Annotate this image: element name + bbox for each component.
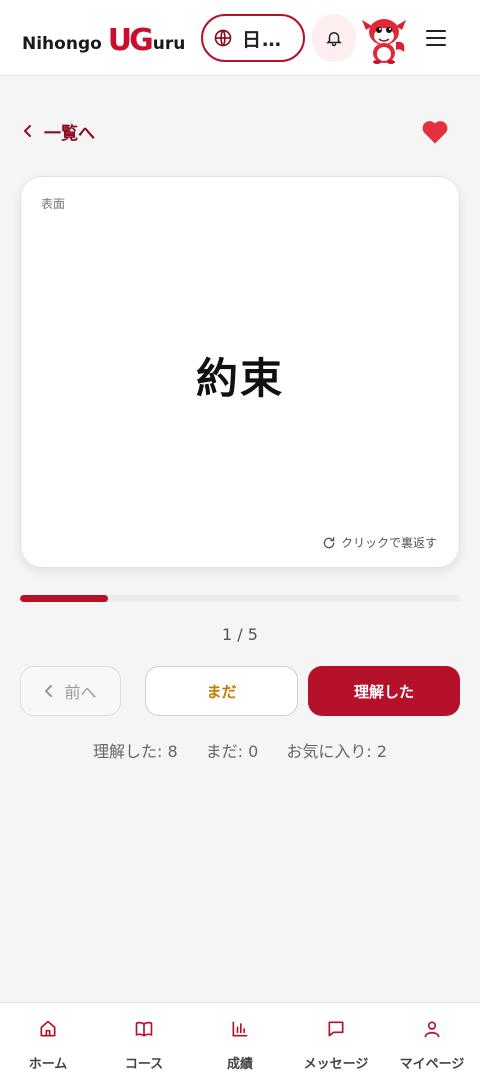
notification-button[interactable] [312, 14, 356, 62]
not-yet-button-label: まだ [206, 682, 237, 701]
logo[interactable]: Nihongo UG uru [22, 22, 185, 56]
flip-hint[interactable]: クリックで裏返す [322, 534, 437, 551]
logo-text-uru: uru [152, 34, 186, 54]
favorite-button[interactable] [420, 116, 450, 146]
language-selector[interactable]: 日… [201, 14, 305, 62]
nav-label-home: ホーム [28, 1057, 68, 1072]
bell-icon [326, 32, 342, 47]
stat-understood: 理解した: 8 [92, 742, 178, 761]
card-counter: 1 / 5 [222, 625, 258, 644]
nav-label-courses: コース [124, 1057, 164, 1072]
progress-fill [20, 595, 108, 602]
previous-button-label: 前へ [64, 683, 97, 702]
nav-label-mypage: マイページ [399, 1057, 465, 1072]
flashcard[interactable]: 表面 約束 クリックで裏返す [20, 176, 460, 568]
stat-favorites: お気に入り: 2 [286, 742, 387, 761]
nav-item-courses[interactable]: コース [96, 1003, 192, 1080]
nav-item-grades[interactable]: 成績 [192, 1003, 288, 1080]
bar-chart-icon [232, 1021, 248, 1037]
nav-item-messages[interactable]: メッセージ [288, 1003, 384, 1080]
progress-bar [20, 595, 460, 602]
user-icon [424, 1021, 440, 1038]
nav-label-grades: 成績 [226, 1057, 253, 1072]
understood-button[interactable]: 理解した [308, 666, 460, 716]
rotate-icon [323, 536, 335, 548]
flip-hint-label: クリックで裏返す [340, 536, 437, 550]
study-stats: 理解した: 8 まだ: 0 お気に入り: 2 [0, 738, 480, 762]
card-word: 約束 [195, 354, 284, 403]
logo-text-ug: UG [107, 23, 154, 58]
hamburger-menu-icon [426, 30, 446, 46]
dragon-mascot-icon [362, 19, 406, 64]
chevron-left-icon [24, 125, 31, 137]
stat-not-yet: まだ: 0 [205, 742, 259, 761]
language-label: 日… [242, 28, 283, 51]
message-icon [328, 1021, 344, 1037]
app-header: Nihongo UG uru 日… [0, 0, 480, 76]
not-yet-button[interactable]: まだ [145, 666, 298, 716]
card-side-label: 表面 [41, 197, 66, 211]
previous-button[interactable]: 前へ [20, 666, 121, 716]
globe-icon [214, 29, 232, 47]
home-icon [40, 1020, 56, 1037]
nav-item-home[interactable]: ホーム [0, 1003, 96, 1080]
heart-icon [422, 121, 448, 144]
chevron-left-icon [45, 685, 53, 697]
back-link-label: 一覧へ [44, 123, 95, 144]
nav-label-messages: メッセージ [303, 1057, 369, 1072]
book-icon [135, 1021, 153, 1037]
bottom-nav: ホーム コース 成績 メッセージ マイページ [0, 1002, 480, 1080]
avatar[interactable] [360, 12, 408, 64]
menu-button[interactable] [420, 22, 452, 54]
logo-text-nihongo: Nihongo [22, 34, 102, 54]
understood-button-label: 理解した [353, 682, 414, 701]
nav-item-mypage[interactable]: マイページ [384, 1003, 480, 1080]
back-to-list-link[interactable]: 一覧へ [22, 118, 95, 144]
